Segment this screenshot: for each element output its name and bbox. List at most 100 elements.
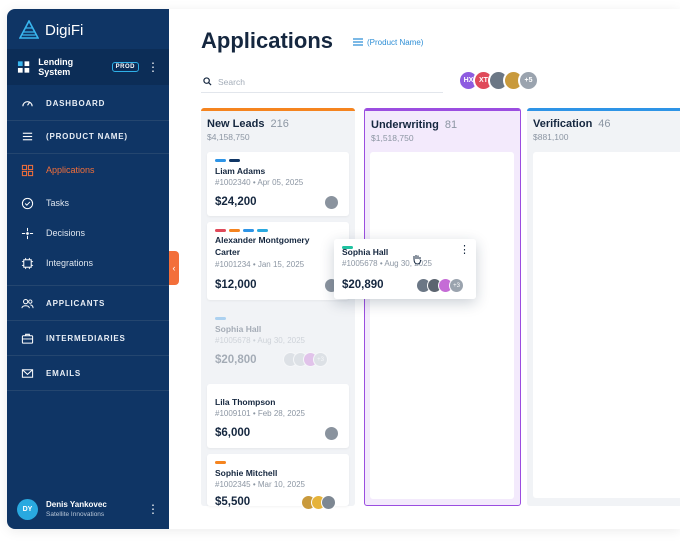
search-placeholder: Search <box>218 76 245 87</box>
nav-intermediaries[interactable]: INTERMEDIARIES <box>7 323 169 353</box>
application-card[interactable]: Lila Thompson #1009101 • Feb 28, 2025 $6… <box>207 384 349 448</box>
assignee-avatar[interactable] <box>324 195 339 210</box>
mail-icon <box>21 368 34 378</box>
column-color-bar <box>201 108 355 111</box>
card-meta: #1002345 • Mar 10, 2025 <box>215 480 305 489</box>
card-name: Lila Thompson <box>215 397 276 407</box>
application-card[interactable]: Liam Adams #1002340 • Apr 05, 2025 $24,2… <box>207 152 349 216</box>
users-icon <box>21 298 34 308</box>
card-amount: $20,890 <box>342 279 384 291</box>
nav-divider <box>7 390 169 391</box>
nav-dashboard[interactable]: DASHBOARD <box>7 88 169 118</box>
dragged-application-card[interactable]: Sophia Hall #1005678 • Aug 30, 2025 $20,… <box>334 239 476 299</box>
nav-product[interactable]: (PRODUCT NAME) <box>7 121 169 151</box>
filter-lines-icon <box>353 38 363 46</box>
nav-divider <box>7 285 169 286</box>
card-amount: $6,000 <box>215 427 251 439</box>
card-name: Sophie Mitchell <box>215 468 278 478</box>
column-underwriting: Underwriting 81 $1,518,750 <box>364 107 521 506</box>
sidebar-collapse-toggle[interactable]: ‹ <box>169 251 179 285</box>
card-name: Alexander Montgomery Carter <box>215 235 310 257</box>
grab-cursor-icon <box>413 255 421 265</box>
drop-zone[interactable] <box>370 152 514 499</box>
nav-tasks-label: Tasks <box>46 198 70 208</box>
column-count: 216 <box>270 118 289 130</box>
nav-applications-label: Applications <box>46 165 95 175</box>
team-more-badge[interactable]: +5 <box>518 70 539 91</box>
column-new-leads: New Leads 216 $4,158,750 Liam Adams #1002… <box>201 108 355 510</box>
product-filter[interactable]: (Product Name) <box>353 37 423 47</box>
column-verification: Verification 46 $881,100 <box>527 108 680 506</box>
column-title: Underwriting 81 <box>371 119 457 131</box>
nav-applicants-label: APPLICANTS <box>46 298 106 308</box>
card-name: Sophia Hall <box>342 247 389 257</box>
menu-icon <box>22 132 33 140</box>
card-amount: $20,800 <box>215 354 257 366</box>
column-title: Verification 46 <box>533 118 611 130</box>
user-profile[interactable]: DY Denis Yankovec Satellite Innovations … <box>7 489 169 529</box>
card-amount: $24,200 <box>215 196 257 208</box>
nav-integrations-label: Integrations <box>46 258 94 268</box>
card-meta: #1002340 • Apr 05, 2025 <box>215 178 304 187</box>
card-meta: #1005678 • Aug 30, 2025 <box>215 336 305 345</box>
column-title-text: Underwriting <box>371 119 439 131</box>
org-name: Lending System <box>38 57 74 77</box>
card-body: Sophia Hall #1005678 • Aug 30, 2025 $20,… <box>334 239 476 299</box>
nav-applications[interactable]: Applications <box>7 155 169 185</box>
card-amount: $12,000 <box>215 279 257 291</box>
column-body <box>533 152 680 498</box>
card-meta: #1009101 • Feb 28, 2025 <box>215 409 305 418</box>
column-total: $1,518,750 <box>371 133 414 143</box>
application-card[interactable]: Sophie Mitchell #1002345 • Mar 10, 2025 … <box>207 454 349 510</box>
assignee-more[interactable]: +3 <box>449 278 464 293</box>
check-circle-icon <box>21 197 34 209</box>
column-count: 81 <box>444 119 458 131</box>
nav-divider <box>7 355 169 356</box>
assignee-avatar[interactable] <box>324 426 339 441</box>
nav-decisions[interactable]: Decisions <box>7 218 169 248</box>
card-name: Sophia Hall <box>215 324 262 334</box>
search-icon <box>203 77 212 86</box>
card-name: Liam Adams <box>215 166 266 176</box>
team-avatars[interactable]: HX XT +5 <box>458 70 539 91</box>
nav-emails[interactable]: EMAILS <box>7 358 169 388</box>
nav-tasks[interactable]: Tasks <box>7 188 169 218</box>
application-card[interactable]: Alexander Montgomery Carter #1001234 • J… <box>207 222 349 300</box>
app-window: DigiFi Lending System PROD ⋮ DASHBOARD (… <box>7 9 680 529</box>
assignee-more: +3 <box>313 352 328 367</box>
page-title: Applications <box>201 28 334 53</box>
column-total: $4,158,750 <box>207 132 250 142</box>
user-avatar: DY <box>17 498 38 520</box>
column-color-bar <box>527 108 680 111</box>
nav-dashboard-label: DASHBOARD <box>46 98 106 108</box>
brand-logo[interactable]: DigiFi <box>19 19 83 41</box>
column-color-bar <box>365 107 520 111</box>
drag-placeholder-card: Sophia Hall #1005678 • Aug 30, 2025 $20,… <box>207 310 349 374</box>
assignee-avatar[interactable] <box>321 495 336 510</box>
gauge-icon <box>22 100 33 106</box>
brand-name: DigiFi <box>45 21 84 39</box>
briefcase-icon <box>21 333 34 344</box>
column-title-text: New Leads <box>207 118 265 130</box>
card-tags <box>215 461 226 464</box>
nav-product-label: (PRODUCT NAME) <box>46 131 128 141</box>
org-menu-icon[interactable]: ⋮ <box>147 61 159 73</box>
card-meta: #1001234 • Jan 15, 2025 <box>215 260 305 269</box>
nav-integrations[interactable]: Integrations <box>7 248 169 278</box>
card-tags <box>215 229 268 232</box>
nav-emails-label: EMAILS <box>46 368 82 378</box>
board-icon <box>21 164 34 176</box>
nav-divider <box>7 153 169 154</box>
nav-decisions-label: Decisions <box>46 228 86 238</box>
user-menu-icon[interactable]: ⋮ <box>147 503 159 515</box>
user-name: Denis Yankovec <box>46 500 107 509</box>
product-filter-label: (Product Name) <box>367 37 424 47</box>
card-tags <box>215 317 226 320</box>
decision-icon <box>21 227 34 239</box>
card-menu-icon[interactable]: ⋮ <box>459 243 470 256</box>
column-title-text: Verification <box>533 118 593 130</box>
column-total: $881,100 <box>533 132 569 142</box>
org-switcher[interactable]: Lending System PROD ⋮ <box>7 49 169 85</box>
nav-applicants[interactable]: APPLICANTS <box>7 288 169 318</box>
search-input[interactable]: Search <box>201 71 443 93</box>
